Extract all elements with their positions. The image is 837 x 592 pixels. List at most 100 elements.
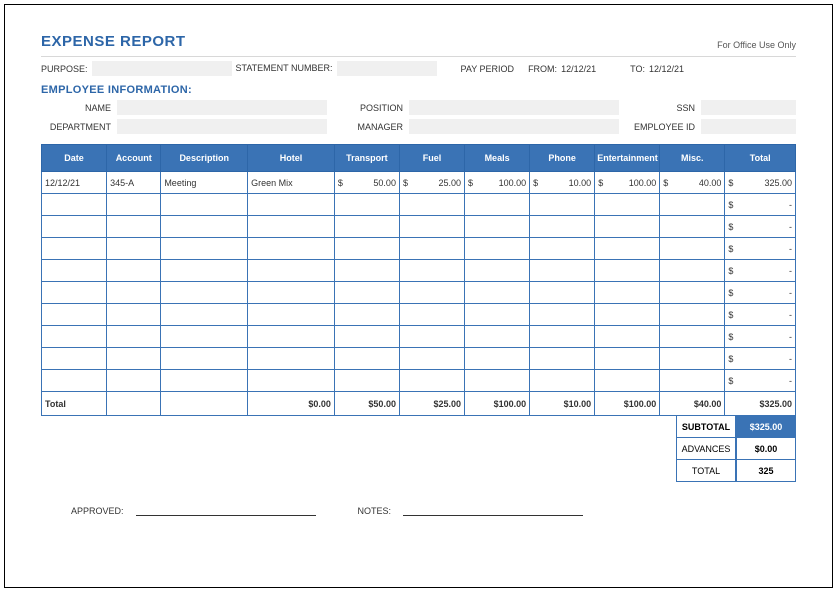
cell[interactable]: 12/12/21 bbox=[42, 172, 107, 194]
cell[interactable] bbox=[660, 348, 725, 370]
cell[interactable] bbox=[248, 326, 335, 348]
cell[interactable] bbox=[595, 260, 660, 282]
cell[interactable] bbox=[660, 326, 725, 348]
cell[interactable] bbox=[161, 238, 248, 260]
cell[interactable] bbox=[530, 326, 595, 348]
cell[interactable] bbox=[399, 326, 464, 348]
cell[interactable] bbox=[399, 348, 464, 370]
cell[interactable] bbox=[334, 194, 399, 216]
manager-field[interactable] bbox=[409, 119, 619, 134]
cell[interactable] bbox=[399, 194, 464, 216]
cell[interactable] bbox=[399, 370, 464, 392]
statement-field[interactable] bbox=[337, 61, 437, 76]
cell[interactable] bbox=[660, 304, 725, 326]
approved-line[interactable] bbox=[136, 502, 316, 516]
cell[interactable] bbox=[530, 370, 595, 392]
cell[interactable] bbox=[42, 238, 107, 260]
cell[interactable] bbox=[595, 216, 660, 238]
cell[interactable] bbox=[161, 370, 248, 392]
cell[interactable] bbox=[399, 304, 464, 326]
cell[interactable] bbox=[399, 260, 464, 282]
purpose-field[interactable] bbox=[92, 61, 232, 76]
cell[interactable] bbox=[248, 370, 335, 392]
notes-line[interactable] bbox=[403, 502, 583, 516]
cell[interactable] bbox=[107, 216, 161, 238]
cell[interactable] bbox=[465, 282, 530, 304]
cell[interactable] bbox=[161, 348, 248, 370]
cell[interactable] bbox=[107, 194, 161, 216]
cell[interactable] bbox=[42, 216, 107, 238]
cell[interactable] bbox=[248, 194, 335, 216]
cell[interactable] bbox=[465, 260, 530, 282]
cell[interactable] bbox=[399, 216, 464, 238]
cell[interactable] bbox=[660, 238, 725, 260]
cell[interactable] bbox=[660, 216, 725, 238]
cell[interactable] bbox=[334, 260, 399, 282]
cell[interactable] bbox=[595, 282, 660, 304]
cell[interactable] bbox=[399, 238, 464, 260]
position-field[interactable] bbox=[409, 100, 619, 115]
cell[interactable] bbox=[334, 304, 399, 326]
ssn-field[interactable] bbox=[701, 100, 796, 115]
cell[interactable] bbox=[465, 238, 530, 260]
cell[interactable] bbox=[660, 260, 725, 282]
employee-id-field[interactable] bbox=[701, 119, 796, 134]
cell[interactable] bbox=[334, 238, 399, 260]
cell[interactable] bbox=[530, 194, 595, 216]
cell[interactable] bbox=[530, 216, 595, 238]
cell[interactable] bbox=[161, 326, 248, 348]
cell[interactable]: $40.00 bbox=[660, 172, 725, 194]
cell[interactable] bbox=[107, 304, 161, 326]
cell[interactable]: $100.00 bbox=[465, 172, 530, 194]
cell[interactable] bbox=[465, 216, 530, 238]
cell[interactable] bbox=[248, 348, 335, 370]
cell[interactable] bbox=[465, 194, 530, 216]
cell[interactable] bbox=[248, 238, 335, 260]
cell[interactable] bbox=[161, 194, 248, 216]
cell[interactable] bbox=[248, 282, 335, 304]
cell[interactable] bbox=[465, 304, 530, 326]
cell[interactable] bbox=[660, 194, 725, 216]
cell[interactable] bbox=[42, 194, 107, 216]
cell[interactable] bbox=[530, 282, 595, 304]
cell[interactable] bbox=[465, 370, 530, 392]
cell[interactable] bbox=[660, 282, 725, 304]
cell[interactable] bbox=[107, 348, 161, 370]
cell[interactable] bbox=[161, 304, 248, 326]
cell[interactable] bbox=[248, 260, 335, 282]
cell[interactable] bbox=[42, 370, 107, 392]
cell[interactable] bbox=[107, 260, 161, 282]
cell[interactable] bbox=[42, 260, 107, 282]
cell[interactable] bbox=[161, 260, 248, 282]
cell[interactable]: $325.00 bbox=[725, 172, 796, 194]
cell[interactable]: Meeting bbox=[161, 172, 248, 194]
cell[interactable] bbox=[248, 304, 335, 326]
cell[interactable] bbox=[334, 348, 399, 370]
cell[interactable] bbox=[107, 238, 161, 260]
cell[interactable] bbox=[334, 282, 399, 304]
cell[interactable] bbox=[660, 370, 725, 392]
department-field[interactable] bbox=[117, 119, 327, 134]
cell[interactable] bbox=[465, 348, 530, 370]
cell[interactable] bbox=[530, 348, 595, 370]
cell[interactable]: $100.00 bbox=[595, 172, 660, 194]
cell[interactable] bbox=[161, 282, 248, 304]
cell[interactable] bbox=[530, 304, 595, 326]
cell[interactable] bbox=[107, 282, 161, 304]
name-field[interactable] bbox=[117, 100, 327, 115]
cell[interactable] bbox=[595, 238, 660, 260]
cell[interactable] bbox=[595, 326, 660, 348]
cell[interactable] bbox=[334, 216, 399, 238]
cell[interactable] bbox=[530, 238, 595, 260]
cell[interactable]: 345-A bbox=[107, 172, 161, 194]
cell[interactable] bbox=[107, 370, 161, 392]
cell[interactable] bbox=[465, 326, 530, 348]
cell[interactable] bbox=[595, 304, 660, 326]
cell[interactable] bbox=[595, 194, 660, 216]
cell[interactable] bbox=[42, 348, 107, 370]
cell[interactable]: $25.00 bbox=[399, 172, 464, 194]
cell[interactable] bbox=[530, 260, 595, 282]
cell[interactable]: $50.00 bbox=[334, 172, 399, 194]
cell[interactable] bbox=[595, 370, 660, 392]
cell[interactable]: Green Mix bbox=[248, 172, 335, 194]
